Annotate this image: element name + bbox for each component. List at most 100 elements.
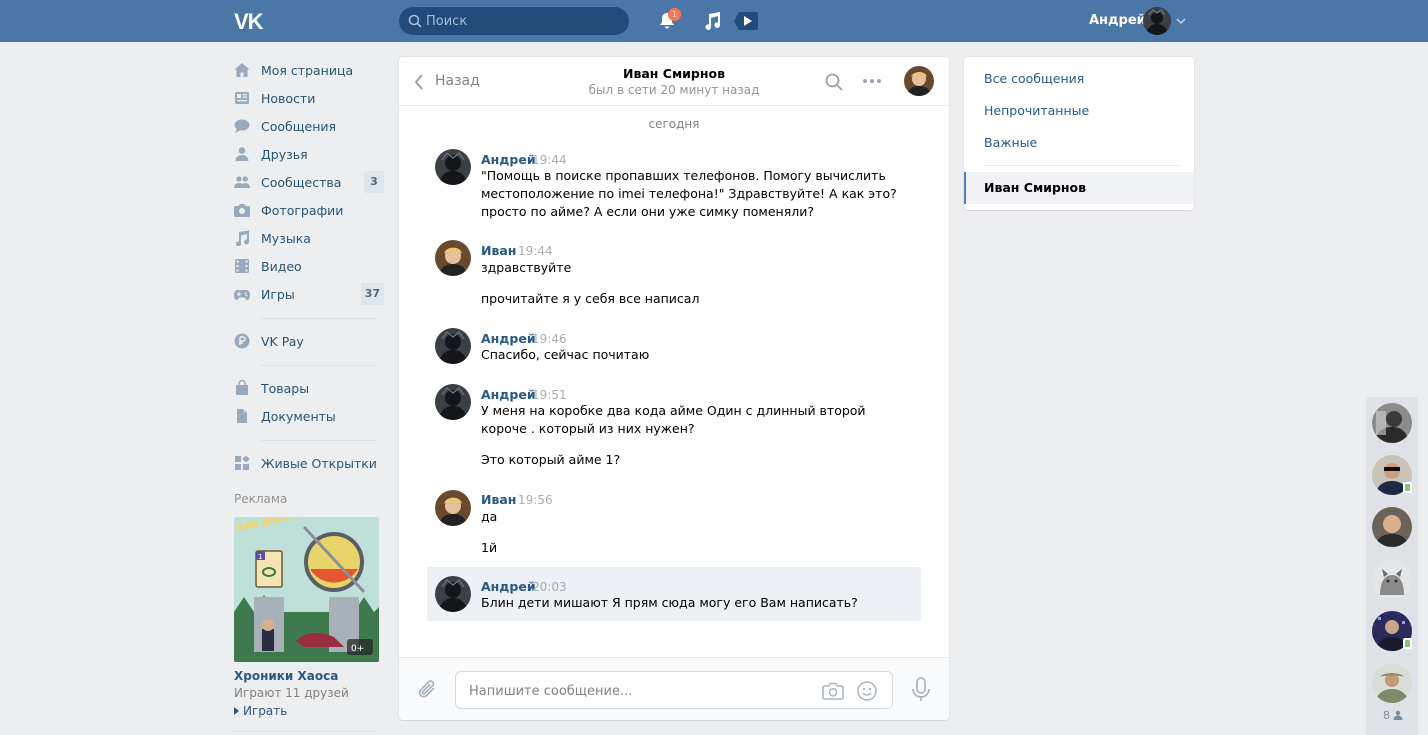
sidebar-item-label: Документы: [261, 409, 336, 424]
message-time[interactable]: 19:44: [532, 153, 567, 167]
sidebar-item-documents[interactable]: Документы: [234, 402, 384, 430]
document-icon: [237, 409, 247, 423]
friend-avatar[interactable]: [1372, 403, 1412, 443]
news-icon: [235, 92, 249, 104]
author-avatar[interactable]: [435, 384, 471, 420]
message-line: местоположение по imei телефона!" Здравс…: [481, 186, 897, 201]
filter-important[interactable]: Важные: [984, 135, 1037, 150]
ruble-icon: [234, 333, 250, 349]
sidebar-item-friends[interactable]: Друзья: [234, 140, 384, 168]
message-group: Андрей 19:46 Спасибо, сейчас почитаю: [427, 325, 921, 365]
ad-subtitle: Играют 11 друзей: [234, 686, 349, 700]
notifications-badge: 1: [668, 8, 681, 21]
message-author[interactable]: Иван: [481, 492, 516, 507]
peer-avatar[interactable]: [904, 66, 934, 96]
message-text: 1й: [481, 540, 498, 555]
message-composer: [399, 657, 949, 720]
sidebar-item-label: Товары: [261, 381, 310, 396]
message-author[interactable]: Андрей: [481, 387, 536, 402]
message-author[interactable]: Андрей: [481, 579, 536, 594]
sidebar-item-messages[interactable]: Сообщения: [234, 112, 384, 140]
message-group: Андрей 19:44 "Помощь в поиске пропавших …: [427, 145, 921, 225]
search-icon[interactable]: [824, 72, 844, 92]
cards-icon: [235, 455, 250, 470]
conversation-selected-label: Иван Смирнов: [984, 180, 1087, 195]
friends-count[interactable]: 8: [1383, 709, 1403, 722]
sidebar-item-news[interactable]: Новости: [234, 84, 384, 112]
counter-badge: 37: [360, 283, 384, 305]
sidebar-item-my-page[interactable]: Моя страница: [234, 56, 384, 84]
message-input-box[interactable]: [455, 671, 893, 709]
sidebar-item-label: Фотографии: [261, 203, 344, 218]
message-time[interactable]: 19:51: [532, 388, 567, 402]
home-icon: [234, 63, 250, 77]
message-text: здравствуйте: [481, 260, 572, 275]
message-group: Иван 19:44 здравствуйте прочитайте я у с…: [427, 237, 921, 307]
message-line: просто по айме? А если они уже симку пом…: [481, 204, 814, 219]
message-author[interactable]: Андрей: [481, 331, 536, 346]
conversation-selected[interactable]: Иван Смирнов: [964, 172, 1194, 204]
message-author[interactable]: Иван: [481, 243, 516, 258]
more-icon[interactable]: [862, 74, 882, 88]
camera-icon[interactable]: [822, 681, 844, 701]
message-text: да: [481, 509, 498, 524]
ad-heading: Реклама: [234, 492, 288, 506]
message-input[interactable]: [469, 682, 799, 700]
sidebar-item-label: Игры: [261, 287, 295, 302]
sidebar-item-photos[interactable]: Фотографии: [234, 196, 384, 224]
message-time[interactable]: 20:03: [532, 580, 567, 594]
music-icon[interactable]: [703, 11, 721, 31]
online-mobile-indicator: [1403, 482, 1412, 493]
ad-level-number: 1: [258, 553, 262, 561]
user-name[interactable]: Андрей: [1089, 13, 1146, 28]
author-avatar[interactable]: [435, 576, 471, 612]
gamepad-icon: [234, 290, 250, 300]
message-author[interactable]: Андрей: [481, 152, 536, 167]
sidebar-item-vk-pay[interactable]: VK Pay: [234, 327, 384, 355]
search-icon: [408, 14, 422, 28]
message-time[interactable]: 19:56: [518, 493, 553, 507]
video-play-icon[interactable]: [734, 10, 758, 32]
ad-name[interactable]: Хроники Хаоса: [234, 669, 338, 683]
chat-panel: Назад Иван Смирнов был в сети 20 минут н…: [399, 57, 949, 720]
sidebar-item-label: Моя страница: [261, 63, 354, 78]
sidebar-item-games[interactable]: Игры 37: [234, 280, 384, 308]
message-time[interactable]: 19:44: [518, 244, 553, 258]
message-text: Спасибо, сейчас почитаю: [481, 347, 650, 362]
filter-all-messages[interactable]: Все сообщения: [984, 71, 1084, 86]
film-icon: [235, 259, 249, 273]
author-avatar[interactable]: [435, 240, 471, 276]
vk-logo[interactable]: VK: [234, 9, 264, 35]
author-avatar[interactable]: [435, 490, 471, 526]
filter-unread[interactable]: Непрочитанные: [984, 103, 1089, 118]
search-input[interactable]: [426, 12, 616, 30]
friend-avatar[interactable]: [1372, 663, 1412, 703]
author-avatar[interactable]: [435, 149, 471, 185]
user-avatar[interactable]: [1143, 7, 1171, 35]
sidebar-item-music[interactable]: Музыка: [234, 224, 384, 252]
message-line: У меня на коробке два кода айме Один с д…: [481, 403, 866, 418]
paperclip-icon[interactable]: [417, 678, 439, 702]
sidebar-item-video[interactable]: Видео: [234, 252, 384, 280]
search-box[interactable]: [399, 7, 629, 35]
sidebar-item-goods[interactable]: Товары: [234, 374, 384, 402]
chevron-down-icon[interactable]: [1176, 17, 1186, 25]
smile-icon[interactable]: [856, 680, 878, 702]
ad-play-link[interactable]: Играть: [234, 704, 287, 718]
sidebar-divider: [261, 365, 376, 366]
top-bar: VK 1 Андрей: [0, 0, 1428, 42]
counter-badge: 3: [364, 171, 384, 193]
message-group: Иван 19:56 да 1й: [427, 486, 921, 558]
microphone-icon[interactable]: [910, 677, 932, 703]
message-line: короче . который из них нужен?: [481, 421, 695, 436]
message-group-selected[interactable]: Андрей 20:03 Блин дети мишают Я прям сюд…: [427, 567, 921, 621]
ad-banner[interactable]: 1 КАК ДОСТАТЬ СОКРОВИЩЕ? 0+: [234, 517, 379, 662]
menu-divider: [984, 165, 1179, 166]
message-text: "Помощь в поиске пропавших телефонов. По…: [481, 167, 911, 221]
sidebar-item-communities[interactable]: Сообщества 3: [234, 168, 384, 196]
friend-avatar[interactable]: [1372, 507, 1412, 547]
message-time[interactable]: 19:46: [532, 332, 567, 346]
author-avatar[interactable]: [435, 328, 471, 364]
friend-avatar[interactable]: [1372, 559, 1412, 599]
sidebar-item-live-cards[interactable]: Живые Открытки: [234, 449, 384, 477]
